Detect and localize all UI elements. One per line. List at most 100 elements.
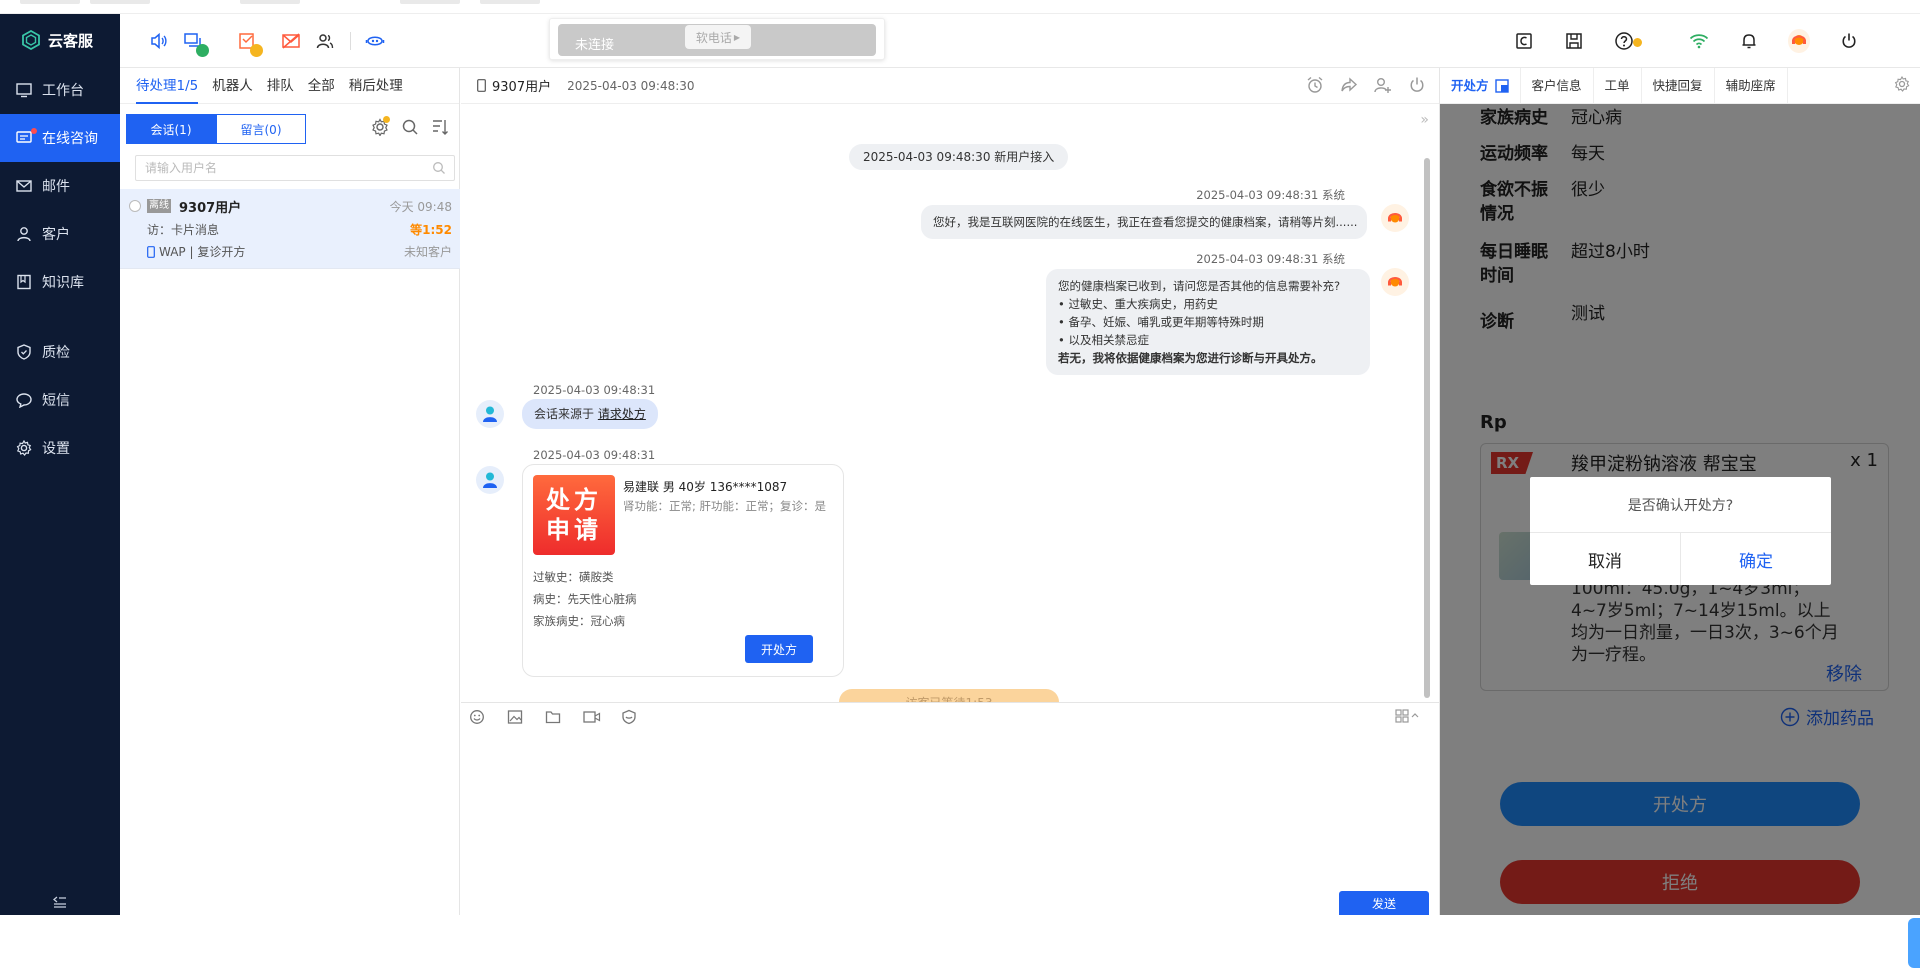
tab-queue[interactable]: 排队 [267, 68, 294, 104]
tab-robot[interactable]: 机器人 [212, 68, 253, 104]
username-search-input[interactable]: 请输入用户名 [135, 155, 455, 181]
confirm-dialog: 是否确认开处方? 取消 确定 [1530, 477, 1831, 585]
panel-settings-icon[interactable] [1894, 76, 1914, 96]
tab-assistant[interactable]: 辅助座席 [1715, 67, 1788, 104]
message-textarea[interactable] [461, 728, 1439, 915]
join-notice: 2025-04-03 09:48:30 新用户接入 [849, 144, 1069, 170]
add-user-icon[interactable] [1374, 76, 1394, 96]
evaluate-icon[interactable] [621, 709, 639, 727]
power-icon[interactable] [1838, 30, 1860, 52]
message-tab[interactable]: 留言(0) [216, 114, 306, 144]
tab-prescribe[interactable]: 开处方 [1440, 67, 1521, 104]
video-icon[interactable] [583, 709, 601, 727]
play-icon: ▶ [733, 32, 741, 42]
nav-label: 质检 [42, 345, 70, 361]
nav-knowledge[interactable]: 知识库 [0, 258, 120, 306]
users-icon[interactable] [314, 30, 336, 52]
message-icon [16, 393, 32, 408]
monitor-icon [16, 83, 32, 98]
agent-avatar-icon [1381, 268, 1409, 296]
mail-icon [16, 180, 32, 192]
message-meta: 2025-04-03 09:48:31 系统 [1196, 252, 1345, 266]
conversation-icon[interactable] [182, 30, 209, 57]
chat-scrollbar[interactable] [1423, 152, 1431, 702]
prescription-form: 家族病史冠心病 运动频率每天 食欲不振情况很少 每日睡眠时间超过8小时 诊断测试… [1440, 104, 1920, 915]
alarm-icon[interactable] [1306, 76, 1326, 96]
folder-icon[interactable] [545, 709, 563, 727]
agent-avatar-icon [1381, 204, 1409, 232]
customer-status: 未知客户 [403, 245, 452, 259]
no-mail-icon[interactable] [280, 30, 302, 52]
prescription-request-card: 处方 申请 易建联 男 40岁 136****1087 肾功能：正常; 肝功能：正… [522, 464, 844, 677]
logo-line: 处方 [546, 486, 602, 514]
allergy-history: 过敏史：磺胺类 [533, 570, 614, 584]
nav-online-consult[interactable]: 在线咨询 [0, 114, 120, 162]
send-button[interactable]: 发送 [1339, 891, 1429, 915]
expand-panel-icon[interactable]: » [1420, 112, 1429, 128]
message-line: • 备孕、妊娠、哺乳或更年期等特殊时期 [1058, 315, 1264, 329]
browser-top-strip [0, 0, 1920, 14]
image-icon[interactable] [507, 709, 525, 727]
message-meta: 2025-04-03 09:48:31 系统 [1196, 188, 1345, 202]
nav-label: 在线咨询 [42, 131, 98, 147]
prescribe-card-button[interactable]: 开处方 [745, 635, 813, 663]
channel-info: WAP | 复诊开方 [147, 243, 245, 260]
c-icon[interactable] [1513, 30, 1535, 52]
conversation-item[interactable]: 离线 9307用户 今天 09:48 访：卡片消息 等1:52 WAP | 复诊… [120, 189, 460, 269]
transfer-icon[interactable] [1340, 76, 1360, 96]
source-link[interactable]: 请求处方 [598, 407, 646, 421]
session-tab[interactable]: 会话(1) [126, 114, 216, 144]
select-radio[interactable] [129, 200, 141, 212]
nav-label: 设置 [42, 441, 70, 457]
system-message: 您好，我是互联网医院的在线医生，我正在查看您提交的健康档案，请稍等片刻.....… [921, 205, 1367, 239]
nav-label: 客户 [42, 227, 70, 243]
softphone-button[interactable]: 软电话 ▶ [685, 25, 751, 49]
organ-function: 肾功能：正常; 肝功能：正常；复诊：是 [623, 499, 827, 513]
nav-settings[interactable]: 设置 [0, 424, 120, 472]
nav-customer[interactable]: 客户 [0, 210, 120, 258]
nav-workbench[interactable]: 工作台 [0, 66, 120, 114]
agent-avatar[interactable] [1788, 29, 1810, 53]
pop-out-icon [1494, 78, 1509, 93]
message-meta: 2025-04-03 09:48:31 [533, 383, 656, 397]
message-line: • 过敏史、重大疾病史，用药史 [1058, 297, 1218, 311]
settings-dot [383, 116, 390, 123]
filter-settings-icon[interactable] [371, 116, 391, 138]
strip-tab [90, 0, 150, 4]
robot-icon[interactable] [364, 30, 386, 52]
collapse-sidebar-button[interactable] [0, 889, 120, 915]
tab-later[interactable]: 稍后处理 [349, 68, 403, 104]
scrollbar-thumb[interactable] [1424, 158, 1430, 698]
tab-all[interactable]: 全部 [308, 68, 335, 104]
tab-pending[interactable]: 待处理1/5 [136, 68, 199, 104]
tab-label: 开处方 [1451, 77, 1489, 93]
quick-apps-icon[interactable] [1395, 709, 1419, 727]
confirm-button[interactable]: 确定 [1681, 533, 1831, 585]
save-icon[interactable] [1563, 30, 1585, 52]
nav-label: 短信 [42, 393, 70, 409]
cancel-button[interactable]: 取消 [1530, 533, 1681, 585]
help-icon[interactable] [1613, 30, 1642, 52]
input-toolbar [461, 702, 1439, 728]
search-icon[interactable] [401, 118, 421, 138]
family-history: 家族病史：冠心病 [533, 614, 625, 628]
sort-icon[interactable] [431, 118, 451, 138]
nav-quality[interactable]: 质检 [0, 328, 120, 376]
prescription-panel: 开处方 客户信息 工单 快捷回复 辅助座席 家族病史冠心病 运动频率每天 食欲不… [1439, 67, 1920, 968]
bell-icon[interactable] [1738, 30, 1760, 52]
task-icon[interactable] [236, 30, 263, 57]
side-drawer-handle[interactable] [1908, 918, 1920, 968]
tab-customer-info[interactable]: 客户信息 [1521, 67, 1594, 104]
softphone-bar: 未连接 软电话 ▶ [549, 18, 885, 60]
system-message: 您的健康档案已收到，请问您是否其他的信息需要补充? • 过敏史、重大疾病史，用药… [1046, 269, 1370, 375]
emoji-icon[interactable] [469, 709, 487, 727]
tab-ticket[interactable]: 工单 [1594, 67, 1642, 104]
end-session-icon[interactable] [1408, 76, 1428, 96]
nav-mail[interactable]: 邮件 [0, 162, 120, 210]
conversation-time: 今天 09:48 [389, 200, 452, 214]
tab-quick-reply[interactable]: 快捷回复 [1642, 67, 1715, 104]
chat-timestamp: 2025-04-03 09:48:30 [567, 78, 695, 93]
nav-sms[interactable]: 短信 [0, 376, 120, 424]
queue-tabs: 待处理1/5 机器人 排队 全部 稍后处理 [120, 68, 459, 104]
speaker-icon[interactable] [148, 30, 170, 52]
